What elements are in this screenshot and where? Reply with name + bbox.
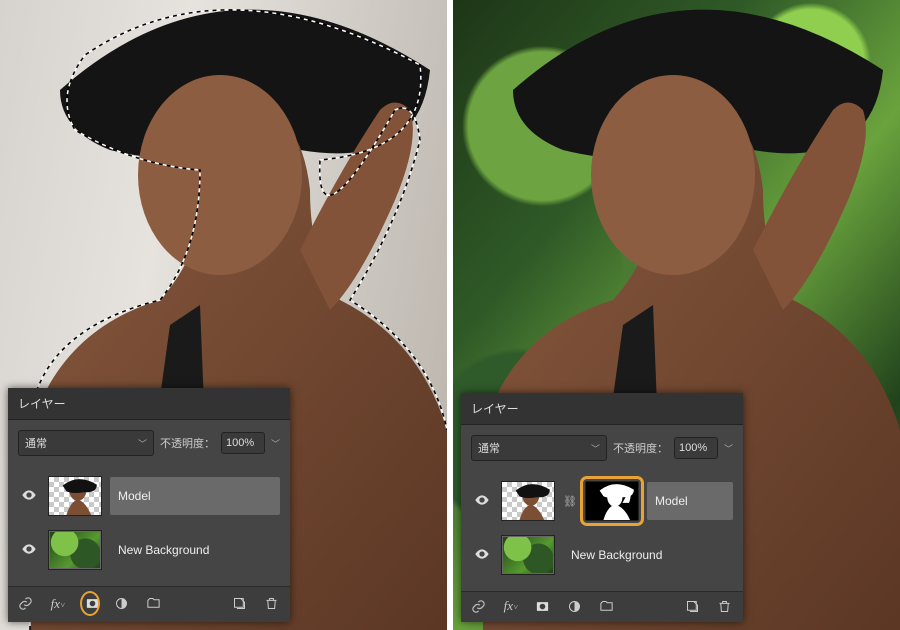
- layer-row-model[interactable]: ⛓ Model: [471, 479, 733, 533]
- adjustment-icon[interactable]: [567, 599, 583, 614]
- visibility-toggle[interactable]: [18, 487, 40, 506]
- opacity-label: 不透明度：: [160, 435, 215, 451]
- layers-panel: レイヤー 通常 ﹀ 不透明度： 100% ﹀: [8, 388, 290, 622]
- layer-row-background[interactable]: New Background: [471, 533, 733, 587]
- trash-icon[interactable]: [717, 599, 733, 614]
- layer-name: New Background: [118, 543, 209, 557]
- panel-footer: fx˅: [8, 586, 290, 622]
- panel-title: レイヤー: [471, 400, 519, 417]
- trash-icon[interactable]: [264, 596, 280, 611]
- group-icon[interactable]: [146, 596, 162, 611]
- thumbnail-image: [49, 477, 101, 515]
- layer-name: New Background: [571, 548, 662, 562]
- layer-name-area[interactable]: Model: [110, 477, 280, 515]
- layer-name-area[interactable]: Model: [647, 482, 733, 520]
- after-image: レイヤー 通常 ﹀ 不透明度： 100% ﹀: [453, 0, 900, 630]
- layer-name: Model: [118, 489, 151, 503]
- panel-header: レイヤー: [461, 393, 743, 425]
- thumbnail-image: [502, 482, 554, 520]
- layer-mask-thumbnail[interactable]: [585, 481, 639, 521]
- visibility-toggle[interactable]: [471, 546, 493, 565]
- layer-row-model[interactable]: Model: [18, 474, 280, 528]
- fx-icon[interactable]: fx˅: [503, 598, 519, 614]
- layer-thumbnail[interactable]: [501, 481, 555, 521]
- mask-link-icon[interactable]: ⛓: [563, 495, 577, 508]
- chevron-down-icon: ﹀: [591, 442, 600, 455]
- before-image: レイヤー 通常 ﹀ 不透明度： 100% ﹀: [0, 0, 447, 630]
- opacity-field[interactable]: 100%: [221, 432, 265, 454]
- blend-mode-select[interactable]: 通常 ﹀: [18, 430, 154, 456]
- opacity-label: 不透明度：: [613, 440, 668, 456]
- opacity-value: 100%: [679, 442, 707, 454]
- layer-thumbnail[interactable]: [501, 535, 555, 575]
- chevron-down-icon[interactable]: ﹀: [724, 442, 733, 455]
- adjustment-icon[interactable]: [114, 596, 130, 611]
- fx-icon[interactable]: fx˅: [50, 596, 66, 612]
- layer-thumbnail[interactable]: [48, 476, 102, 516]
- opacity-value: 100%: [226, 437, 254, 449]
- new-layer-icon[interactable]: [685, 599, 701, 614]
- layer-name-area[interactable]: New Background: [563, 536, 733, 574]
- blend-mode-value: 通常: [478, 440, 500, 456]
- layer-thumbnail[interactable]: [48, 530, 102, 570]
- link-layers-icon[interactable]: [471, 599, 487, 614]
- panel-footer: fx˅: [461, 591, 743, 622]
- blend-mode-select[interactable]: 通常 ﹀: [471, 435, 607, 461]
- layer-row-background[interactable]: New Background: [18, 528, 280, 582]
- chevron-down-icon: ﹀: [138, 437, 147, 450]
- chevron-down-icon[interactable]: ﹀: [271, 437, 280, 450]
- visibility-toggle[interactable]: [18, 541, 40, 560]
- layer-name-area[interactable]: New Background: [110, 531, 280, 569]
- group-icon[interactable]: [599, 599, 615, 614]
- opacity-field[interactable]: 100%: [674, 437, 718, 459]
- layer-name: Model: [655, 494, 688, 508]
- link-layers-icon[interactable]: [18, 596, 34, 611]
- add-mask-icon[interactable]: [535, 599, 551, 614]
- add-mask-icon[interactable]: [82, 593, 98, 614]
- layers-panel: レイヤー 通常 ﹀ 不透明度： 100% ﹀: [461, 393, 743, 622]
- new-layer-icon[interactable]: [232, 596, 248, 611]
- blend-mode-value: 通常: [25, 435, 47, 451]
- panel-title: レイヤー: [18, 395, 66, 412]
- panel-header: レイヤー: [8, 388, 290, 420]
- visibility-toggle[interactable]: [471, 492, 493, 511]
